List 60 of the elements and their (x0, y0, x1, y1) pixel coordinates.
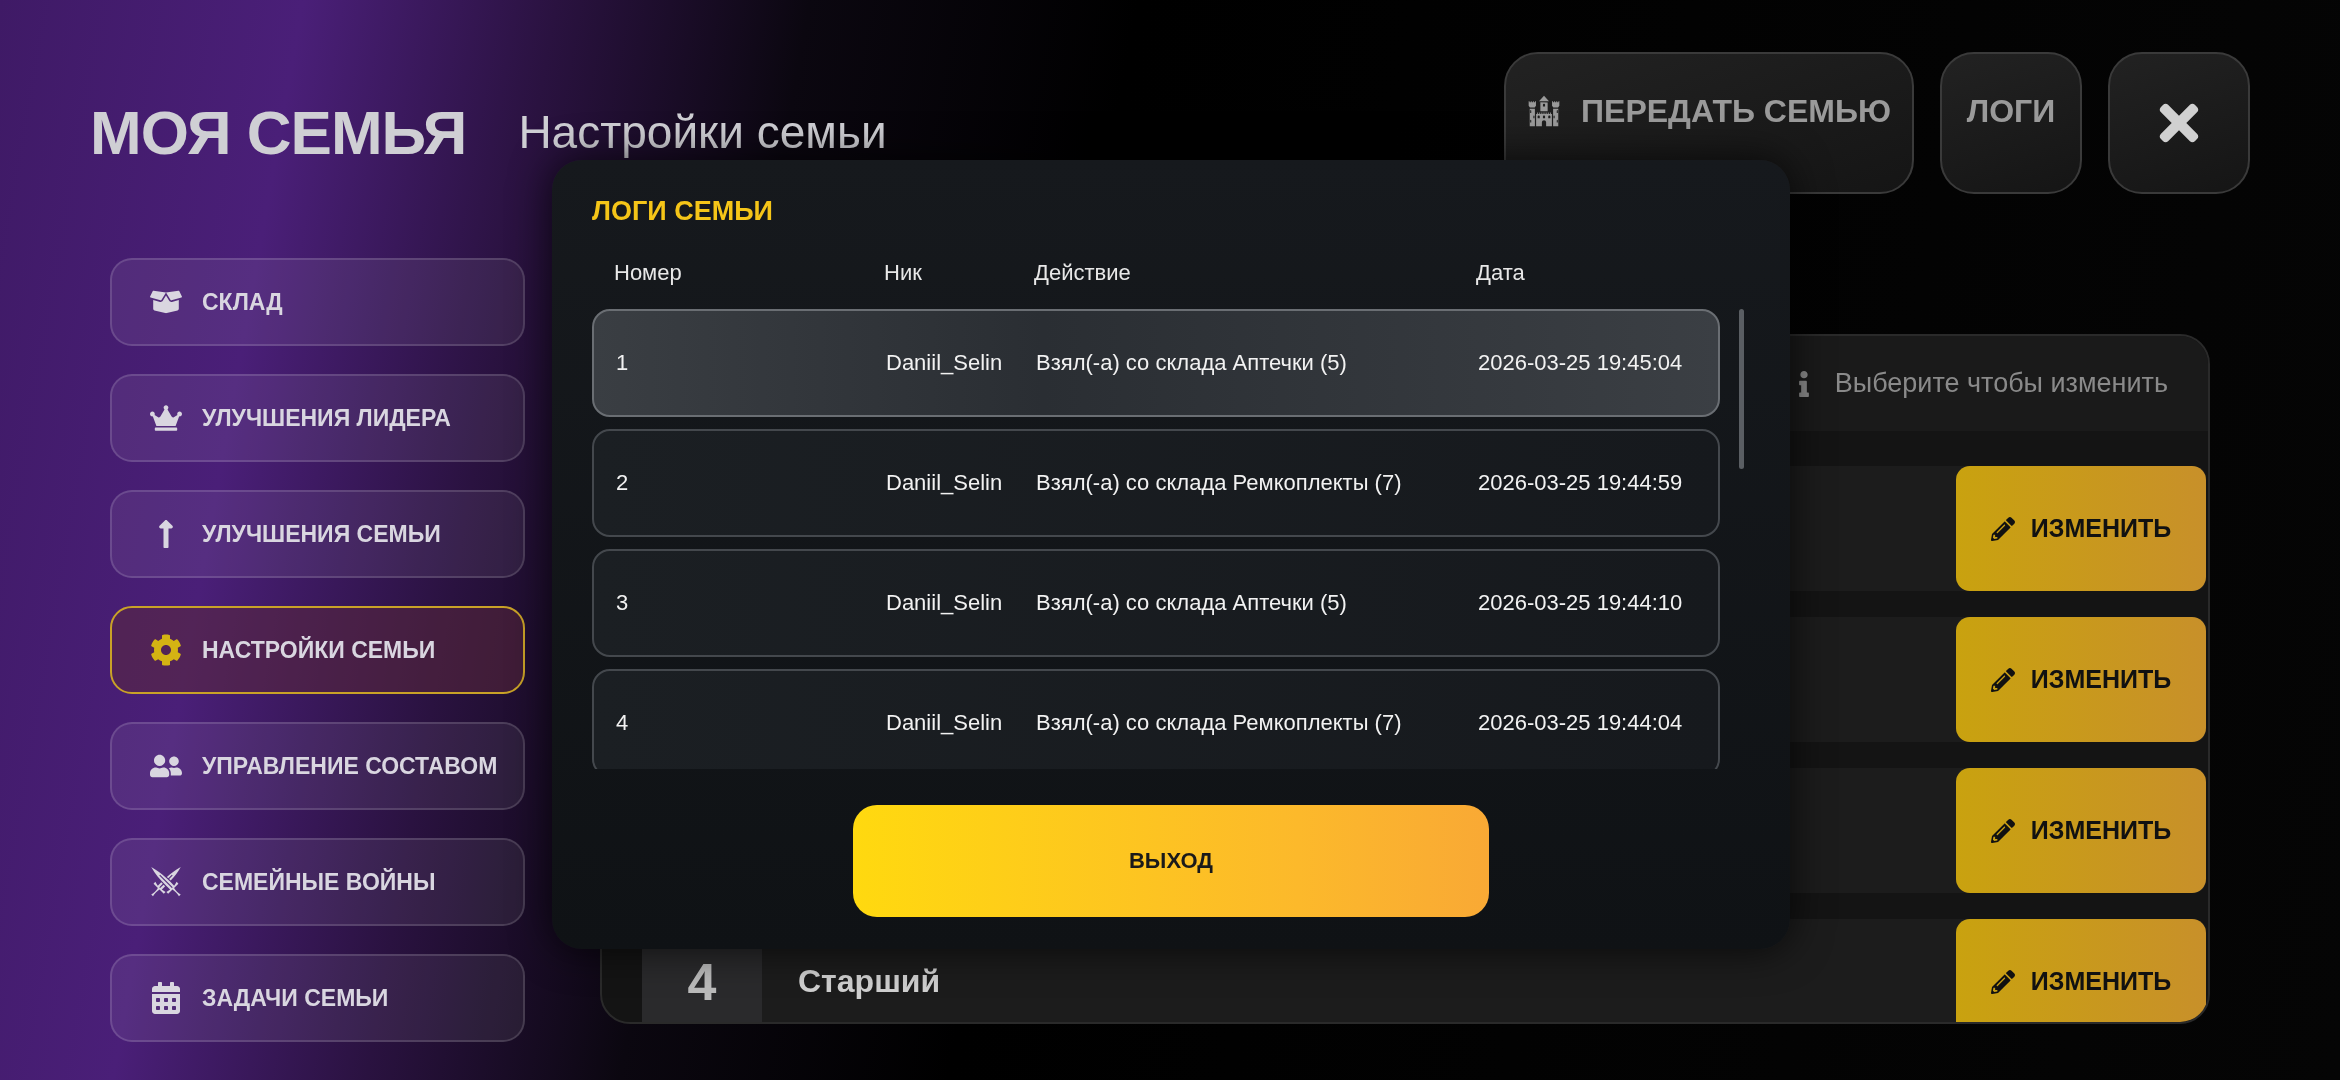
sidebar-label: СКЛАД (202, 288, 283, 316)
rank-name: Старший (798, 963, 941, 1000)
table-cell-text: Взял(-а) со склада Ремкоплекты (7) (1036, 470, 1403, 496)
pencil-icon (1990, 818, 2015, 843)
table-cell-text: 2026-03-25 19:44:04 (1478, 710, 1684, 736)
page-subtitle: Настройки семьи (518, 105, 887, 159)
table-cell-text: Взял(-а) со склада Аптечки (5) (1036, 350, 1348, 376)
table-cell-text: 1 (616, 350, 630, 376)
table-cell-text: 3 (616, 590, 630, 616)
table-cell-text: Daniil_Selin (886, 470, 1004, 496)
sidebar-item[interactable]: УЛУЧШЕНИЯ ЛИДЕРА (110, 374, 525, 462)
log-row[interactable]: 1 Daniil_Selin Взял(-а) со склада Аптечки (5) 2026-03-25 19:45:04 (592, 309, 1720, 417)
table-cell-text: 4 (616, 710, 630, 736)
table-cell-text: Daniil_Selin (886, 710, 1004, 736)
sidebar-item[interactable]: УЛУЧШЕНИЯ СЕМЬИ (110, 490, 525, 578)
edit-button[interactable]: ИЗМЕНИТЬ (1956, 466, 2206, 591)
edit-button[interactable]: ИЗМЕНИТЬ (1956, 919, 2206, 1022)
column-header: Действие (1034, 260, 1132, 286)
table-cell-text: Daniil_Selin (886, 350, 1004, 376)
log-row[interactable]: 3 Daniil_Selin Взял(-а) со склада Аптечки (5) 2026-03-25 19:44:10 (592, 549, 1720, 657)
swords-icon (150, 866, 182, 898)
sidebar-item[interactable]: СЕМЕЙНЫЕ ВОЙНЫ (110, 838, 525, 926)
sidebar-label: СЕМЕЙНЫЕ ВОЙНЫ (202, 868, 436, 896)
dialog-title: ЛОГИ СЕМЬИ (592, 196, 774, 227)
sidebar-label: ЗАДАЧИ СЕМЬИ (202, 984, 389, 1012)
table-cell-text: Daniil_Selin (886, 590, 1004, 616)
table-cell-text: 2026-03-25 19:45:04 (1478, 350, 1684, 376)
sidebar-item[interactable]: НАСТРОЙКИ СЕМЬИ (110, 606, 525, 694)
calendar-icon (150, 982, 182, 1014)
column-header: Дата (1476, 260, 1526, 286)
sidebar-item[interactable]: СКЛАД (110, 258, 525, 346)
pencil-icon (1990, 516, 2015, 541)
table-cell-text: 2 (616, 470, 630, 496)
scrollbar[interactable] (1739, 309, 1744, 469)
column-header: Номер (614, 260, 683, 286)
pencil-icon (1990, 667, 2015, 692)
castle-icon (1527, 94, 1562, 128)
close-button[interactable] (2108, 52, 2250, 194)
sidebar-label: УЛУЧШЕНИЯ СЕМЬИ (202, 520, 441, 548)
sidebar-item[interactable]: ЗАДАЧИ СЕМЬИ (110, 954, 525, 1042)
column-header: Ник (884, 260, 923, 286)
logs-button[interactable]: ЛОГИ (1940, 52, 2082, 194)
table-cell-text: 2026-03-25 19:44:10 (1478, 590, 1684, 616)
pencil-icon (1990, 969, 2015, 994)
log-row[interactable]: 4 Daniil_Selin Взял(-а) со склада Ремкоплекты (7) 2026-03-25 19:44:04 (592, 669, 1720, 769)
exit-button[interactable]: ВЫХОД (853, 805, 1489, 917)
table-cell-text: 2026-03-25 19:44:59 (1478, 470, 1684, 496)
crown-icon (150, 402, 182, 434)
log-row[interactable]: 2 Daniil_Selin Взял(-а) со склада Ремкоплекты (7) 2026-03-25 19:44:59 (592, 429, 1720, 537)
sidebar-item[interactable]: УПРАВЛЕНИЕ СОСТАВОМ (110, 722, 525, 810)
sidebar-label: УЛУЧШЕНИЯ ЛИДЕРА (202, 404, 451, 432)
sidebar-label: УПРАВЛЕНИЕ СОСТАВОМ (202, 752, 498, 780)
table-cell-text: Взял(-а) со склада Ремкоплекты (7) (1036, 710, 1403, 736)
page-title: МОЯ СЕМЬЯ (90, 96, 467, 168)
edit-button[interactable]: ИЗМЕНИТЬ (1956, 617, 2206, 742)
settings-icon (150, 634, 182, 666)
hint-text: Выберите чтобы изменить (1834, 368, 2168, 399)
edit-button[interactable]: ИЗМЕНИТЬ (1956, 768, 2206, 893)
table-cell-text: Взял(-а) со склада Аптечки (5) (1036, 590, 1348, 616)
sidebar-label: НАСТРОЙКИ СЕМЬИ (202, 636, 436, 664)
